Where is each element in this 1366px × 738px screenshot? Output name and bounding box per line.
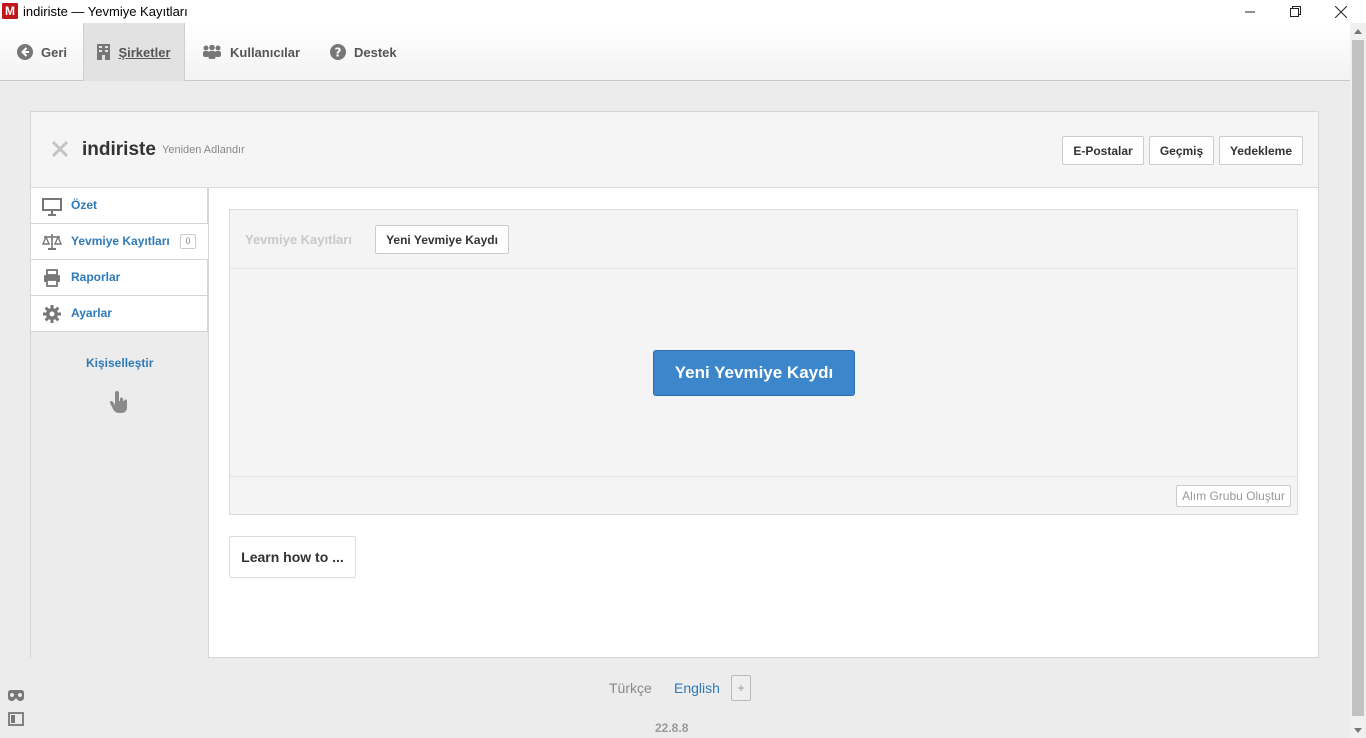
nav-users[interactable]: Kullanıcılar [202,23,300,81]
nav-back-label: Geri [41,44,68,60]
svg-text:?: ? [335,46,342,60]
journal-count-badge: 0 [180,234,196,249]
language-turkish[interactable]: Türkçe [609,680,652,696]
mask-icon[interactable] [7,688,25,704]
journal-title: Yevmiye Kayıtları [245,232,352,247]
scroll-up-arrow-icon[interactable] [1350,23,1366,39]
company-name: indiriste [82,139,156,160]
journal-footer: Alım Grubu Oluştur [230,476,1297,514]
nav-support[interactable]: ? Destek [330,23,397,81]
users-icon [203,45,221,59]
sidebar-item-label: Özet [71,198,98,212]
window-title: indiriste — Yevmiye Kayıtları [23,4,188,19]
gear-icon [43,305,61,323]
app-version: 22.8.8 [655,721,689,735]
journal-entries-box: Yevmiye Kayıtları Yeni Yevmiye Kaydı Yen… [229,209,1298,515]
top-navigation: Geri Şirketler Kullanıcılar ? Destek [0,23,1350,81]
building-icon [97,44,111,60]
backup-button[interactable]: Yedekleme [1219,136,1303,165]
journal-header: Yevmiye Kayıtları Yeni Yevmiye Kaydı [230,210,1297,269]
presentation-icon [42,198,62,216]
history-button[interactable]: Geçmiş [1149,136,1214,165]
window-titlebar: M indiriste — Yevmiye Kayıtları [0,0,1366,23]
restore-icon [1289,6,1301,17]
close-window-button[interactable] [1318,0,1364,23]
nav-back[interactable]: Geri [17,23,67,81]
restore-button[interactable] [1272,0,1318,23]
panel-header: indiriste Yeniden Adlandır E-Postalar Ge… [31,112,1318,188]
close-icon [1335,5,1347,18]
nav-companies-label: Şirketler [118,44,171,60]
hand-pointer-icon [109,391,127,413]
emails-button[interactable]: E-Postalar [1062,136,1144,165]
scale-icon [42,234,62,250]
vertical-scrollbar[interactable] [1350,23,1366,738]
language-english[interactable]: English [674,680,720,696]
nav-users-label: Kullanıcılar [230,44,301,60]
sidebar-toggle-icon[interactable] [7,711,25,727]
content-divider [208,188,209,658]
minimize-button[interactable] [1227,0,1273,23]
nav-support-label: Destek [354,44,397,60]
question-circle-icon: ? [330,44,346,60]
new-journal-entry-button[interactable]: Yeni Yevmiye Kaydı [653,350,855,396]
rename-link[interactable]: Yeniden Adlandır [162,144,245,156]
scroll-thumb[interactable] [1352,40,1364,716]
sidebar-item-label: Raporlar [71,270,121,284]
sidebar-item-summary[interactable]: Özet [31,188,208,224]
add-language-button[interactable]: + [731,675,751,701]
customize-link[interactable]: Kişiselleştir [86,356,153,370]
sidebar-item-label: Ayarlar [71,306,112,320]
app-logo: M [2,3,18,19]
learn-how-to-button[interactable]: Learn how to ... [229,536,356,578]
sidebar-item-journal[interactable]: Yevmiye Kayıtları 0 [31,224,208,260]
sidebar-item-reports[interactable]: Raporlar [31,260,208,296]
create-group-button[interactable]: Alım Grubu Oluştur [1176,485,1291,507]
new-journal-entry-button-small[interactable]: Yeni Yevmiye Kaydı [375,225,509,254]
minimize-icon [1245,11,1255,12]
arrow-left-circle-icon [17,44,33,60]
close-company-icon[interactable] [49,138,71,160]
sidebar-item-label: Yevmiye Kayıtları [71,234,170,248]
scroll-down-arrow-icon[interactable] [1350,722,1366,738]
printer-icon [44,269,60,287]
sidebar-item-settings[interactable]: Ayarlar [31,296,208,332]
nav-companies[interactable]: Şirketler [83,23,185,81]
company-panel: indiriste Yeniden Adlandır E-Postalar Ge… [30,111,1319,658]
